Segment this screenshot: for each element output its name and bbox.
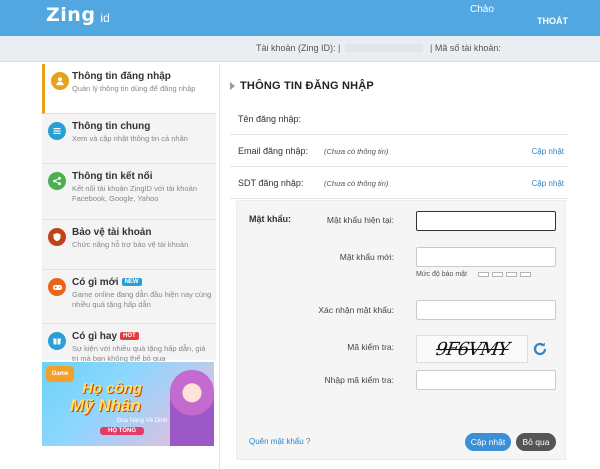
account-number-label: | Mã số tài khoản: <box>430 43 501 53</box>
banner-title-line2: Mỹ Nhân <box>70 396 141 415</box>
banner-character-image <box>170 370 214 446</box>
gamepad-icon <box>48 278 66 296</box>
password-change-panel <box>236 200 566 460</box>
list-icon <box>48 122 66 140</box>
phone-update-link[interactable]: Cập nhật <box>532 179 564 188</box>
sidebar-item-desc: Chức năng hỗ trợ bảo vệ tài khoản <box>72 240 189 249</box>
captcha-input-label: Nhập mã kiểm tra: <box>324 375 394 385</box>
sidebar-item-title: Thông tin chung <box>72 121 151 132</box>
person-icon <box>51 72 69 90</box>
account-id-redacted <box>345 44 423 52</box>
username-label: Tên đăng nhập: <box>238 114 302 124</box>
email-row: Email đăng nhập: (Chưa có thông tin) Cập… <box>230 135 568 167</box>
shield-icon <box>48 228 66 246</box>
new-password-label: Mật khẩu mới: <box>339 252 394 262</box>
new-badge: NEW <box>121 278 142 287</box>
sidebar-item-desc: Kết nối tài khoản ZingID với tài khoản F… <box>72 184 197 203</box>
phone-row: SDT đăng nhập: (Chưa có thông tin) Cập n… <box>230 167 568 199</box>
sidebar-item-desc: Quản lý thông tin dùng để đăng nhập <box>72 84 196 93</box>
strength-segment <box>492 272 503 277</box>
logo-text: Zing <box>46 4 96 26</box>
email-label: Email đăng nhập: <box>238 146 309 156</box>
top-header: Zing id Chào THOÁT <box>0 0 600 36</box>
gift-icon <box>48 332 66 350</box>
hot-badge: HOT <box>120 332 139 341</box>
sidebar-item-account-protection[interactable]: Bảo vệ tài khoản Chức năng hỗ trợ bảo vệ… <box>42 220 216 270</box>
sidebar-item-general-info[interactable]: Thông tin chung Xem và cập nhật thông ti… <box>42 114 216 164</box>
column-divider <box>219 64 220 469</box>
sidebar: Thông tin đăng nhập Quản lý thông tin dù… <box>42 64 216 469</box>
banner-title-line1: Họ công <box>82 380 142 397</box>
sidebar-item-whats-new[interactable]: Có gì mới NEW Game online đang dẫn đầu hi… <box>42 270 216 324</box>
captcha-label: Mã kiểm tra: <box>347 342 394 352</box>
skip-button[interactable]: Bỏ qua <box>516 433 556 451</box>
new-password-input[interactable] <box>416 247 556 267</box>
title-arrow-icon <box>230 82 235 90</box>
sidebar-item-desc: Sự kiện với nhiều quà tặng hấp dẫn, giá … <box>72 344 206 363</box>
logo-sub-text: id <box>100 11 110 25</box>
captcha-input[interactable] <box>416 370 556 390</box>
strength-segment <box>506 272 517 277</box>
sidebar-item-desc: Game online đang dẫn đầu hiện nay cùng n… <box>72 290 212 309</box>
logout-link[interactable]: THOÁT <box>537 16 568 26</box>
sidebar-item-title-text: Có gì hay <box>72 331 118 342</box>
current-password-input[interactable] <box>416 211 556 231</box>
forgot-password-link[interactable]: Quên mật khẩu ? <box>249 437 310 446</box>
username-row: Tên đăng nhập: <box>230 103 568 135</box>
phone-value: (Chưa có thông tin) <box>324 179 389 188</box>
banner-button[interactable]: HỌ TỐNG <box>100 427 144 435</box>
sidebar-item-title: Có gì mới NEW <box>72 277 142 288</box>
strength-segment <box>520 272 531 277</box>
sidebar-item-title: Thông tin kết nối <box>72 171 153 182</box>
sidebar-item-title-text: Có gì mới <box>72 277 119 288</box>
greeting-text: Chào <box>470 4 494 15</box>
strength-segment <box>478 272 489 277</box>
sidebar-item-whats-hot[interactable]: Có gì hay HOT Sự kiện với nhiều quà tặng … <box>42 324 216 363</box>
sidebar-item-title: Thông tin đăng nhập <box>72 71 171 82</box>
zing-id-logo[interactable]: Zing id <box>46 4 110 26</box>
account-bar: Tài khoản (Zing ID): | | Mã số tài khoản… <box>0 36 600 62</box>
email-update-link[interactable]: Cập nhật <box>532 147 564 156</box>
refresh-captcha-icon[interactable] <box>532 341 548 357</box>
game-logo: Game <box>46 366 74 382</box>
confirm-password-input[interactable] <box>416 300 556 320</box>
captcha-text: 9F6VMY <box>434 338 510 360</box>
page-title: THÔNG TIN ĐĂNG NHẬP <box>240 80 374 92</box>
current-password-label: Mật khẩu hiện tại: <box>326 215 394 225</box>
confirm-password-label: Xác nhận mật khẩu: <box>318 305 394 315</box>
captcha-image: 9F6VMY <box>416 335 528 363</box>
game-promo-banner[interactable]: Game Họ công Mỹ Nhân Đua Nàng Về Dinh HỌ… <box>42 362 214 446</box>
sidebar-item-desc: Xem và cập nhật thông tin cá nhân <box>72 134 188 143</box>
update-button[interactable]: Cập nhật <box>465 433 511 451</box>
password-section-label: Mật khẩu: <box>249 214 292 224</box>
sidebar-item-title: Bảo vệ tài khoản <box>72 227 152 238</box>
sidebar-item-login-info[interactable]: Thông tin đăng nhập Quản lý thông tin dù… <box>42 64 216 114</box>
password-strength-label: Mức độ bảo mật <box>416 271 467 278</box>
banner-subtitle: Đua Nàng Về Dinh <box>117 418 168 424</box>
sidebar-item-title: Có gì hay HOT <box>72 331 139 342</box>
password-strength-meter <box>478 272 531 277</box>
account-id-label: Tài khoản (Zing ID): | <box>256 43 341 53</box>
sidebar-item-connections[interactable]: Thông tin kết nối Kết nối tài khoản Zing… <box>42 164 216 220</box>
phone-label: SDT đăng nhập: <box>238 178 304 188</box>
share-icon <box>48 172 66 190</box>
email-value: (Chưa có thông tin) <box>324 147 389 156</box>
